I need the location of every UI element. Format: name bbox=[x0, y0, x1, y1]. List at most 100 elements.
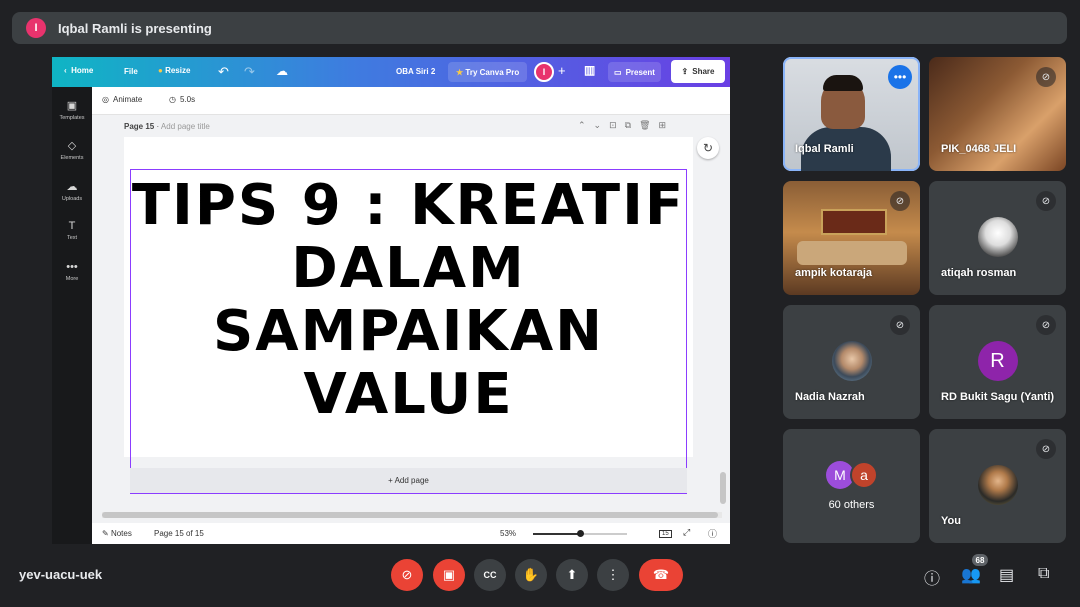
cloud-save-icon[interactable]: ☁ bbox=[276, 64, 288, 78]
clock-icon: ◷ bbox=[169, 95, 176, 104]
insights-chart-icon[interactable]: ▥ bbox=[584, 63, 595, 77]
share-button[interactable]: ⇪ Share bbox=[671, 60, 725, 83]
chevron-up-icon[interactable]: ⌃ bbox=[578, 120, 594, 130]
participant-tile[interactable]: ⊘ ampik kotaraja bbox=[783, 181, 920, 295]
avatar bbox=[977, 465, 1018, 505]
add-collaborator-icon[interactable]: + bbox=[558, 63, 566, 78]
others-count: 60 others bbox=[828, 499, 875, 511]
sidebar-item-more[interactable]: ••• More bbox=[52, 261, 92, 282]
others-tile[interactable]: M a 60 others bbox=[783, 429, 920, 543]
crown-icon: ● bbox=[158, 66, 166, 75]
raise-hand-button[interactable]: ✋ bbox=[515, 559, 547, 591]
animate-icon: ◎ bbox=[102, 95, 109, 104]
duration-button[interactable]: ◷ 5.0s bbox=[169, 95, 195, 104]
end-call-button[interactable]: ☎ bbox=[639, 559, 683, 591]
home-button[interactable]: ‹ Home bbox=[64, 66, 93, 75]
slide-title[interactable]: TIPS 9 : KREATIF DALAM SAMPAIKAN VALUE bbox=[130, 174, 687, 426]
avatar bbox=[977, 217, 1018, 257]
video-feed bbox=[823, 75, 863, 91]
vertical-scrollbar[interactable] bbox=[720, 472, 726, 504]
resize-button[interactable]: ● Resize bbox=[158, 66, 190, 75]
participant-name: Nadia Nazrah bbox=[795, 391, 865, 403]
captions-icon: CC bbox=[483, 570, 497, 580]
zoom-slider-knob[interactable] bbox=[577, 530, 584, 537]
animate-button[interactable]: ◎ Animate bbox=[102, 95, 142, 104]
crown-icon: ★ bbox=[456, 67, 466, 77]
chat-icon[interactable]: ▤ bbox=[999, 565, 1014, 585]
avatar: a bbox=[850, 461, 878, 489]
document-title[interactable]: OBA Siri 2 bbox=[396, 67, 435, 76]
trash-icon[interactable]: 🗑 bbox=[639, 120, 658, 130]
sidebar-label: Elements bbox=[60, 155, 84, 161]
people-icon[interactable]: 👥 bbox=[961, 565, 981, 585]
zoom-level: 53% bbox=[500, 529, 517, 538]
participant-tile[interactable]: ⊘ PIK_0468 JELI bbox=[929, 57, 1066, 171]
chevron-left-icon: ‹ bbox=[64, 66, 72, 75]
captions-button[interactable]: CC bbox=[474, 559, 506, 591]
meeting-info-icon[interactable]: ⓘ bbox=[924, 565, 940, 589]
canva-sidebar: ▣ Templates ◇ Elements ☁ Uploads T Text ••• M… bbox=[52, 87, 92, 544]
duplicate-icon[interactable]: ⧉ bbox=[625, 120, 639, 130]
present-label: Present bbox=[625, 67, 655, 77]
user-avatar[interactable]: I bbox=[534, 62, 554, 82]
sidebar-label: Text bbox=[66, 235, 78, 241]
zoom-slider-fill bbox=[533, 533, 580, 535]
undo-icon[interactable]: ↶ bbox=[218, 64, 229, 80]
chevron-down-icon[interactable]: ⌄ bbox=[594, 120, 610, 130]
mic-off-icon: ⊘ bbox=[1036, 67, 1056, 87]
try-canva-pro-button[interactable]: ★ Try Canva Pro bbox=[448, 62, 528, 82]
participant-tile[interactable]: ••• Iqbal Ramli bbox=[783, 57, 920, 171]
participant-tile[interactable]: ⊘ atiqah rosman bbox=[929, 181, 1066, 295]
zoom-slider[interactable] bbox=[533, 530, 627, 537]
present-screen-icon: ⬆ bbox=[566, 567, 578, 582]
present-screen-button[interactable]: ⬆ bbox=[556, 559, 588, 591]
mic-off-icon: ⊘ bbox=[1036, 439, 1056, 459]
canva-topbar: ‹ Home File ● Resize ↶ ↷ ☁ OBA Siri 2 ★ … bbox=[52, 57, 730, 87]
presenting-text: Iqbal Ramli is presenting bbox=[58, 20, 212, 36]
more-options-icon[interactable]: ••• bbox=[888, 65, 912, 89]
camera-off-icon: ▣ bbox=[442, 567, 456, 582]
elements-icon: ◇ bbox=[67, 140, 77, 152]
add-page-icon[interactable]: ⊞ bbox=[659, 120, 675, 130]
try-pro-label: Try Canva Pro bbox=[465, 67, 520, 77]
file-menu[interactable]: File bbox=[124, 67, 138, 76]
notes-button[interactable]: ✎ Notes bbox=[102, 529, 132, 538]
activities-icon[interactable]: ⧉ bbox=[1038, 565, 1049, 583]
notes-label: Notes bbox=[110, 529, 132, 538]
self-tile[interactable]: ⊘ You bbox=[929, 429, 1066, 543]
sidebar-item-text[interactable]: T Text bbox=[52, 220, 92, 241]
present-button[interactable]: ▭ Present bbox=[608, 62, 661, 82]
refresh-icon[interactable]: ↻ bbox=[697, 137, 719, 159]
more-options-button[interactable]: ⋮ bbox=[597, 559, 629, 591]
participant-tile[interactable]: ⊘ Nadia Nazrah bbox=[783, 305, 920, 419]
sidebar-item-elements[interactable]: ◇ Elements bbox=[52, 139, 92, 161]
redo-icon[interactable]: ↷ bbox=[244, 64, 255, 80]
editor-toolbar: ◎ Animate ◷ 5.0s bbox=[92, 87, 730, 115]
sidebar-label: Uploads bbox=[61, 196, 83, 202]
mic-off-icon: ⊘ bbox=[1036, 191, 1056, 211]
camera-toggle-button[interactable]: ▣ bbox=[433, 559, 465, 591]
mic-toggle-button[interactable]: ⊘ bbox=[391, 559, 423, 591]
sidebar-item-uploads[interactable]: ☁ Uploads bbox=[52, 180, 92, 202]
lock-icon[interactable]: ⊡ bbox=[609, 120, 625, 130]
sidebar-item-templates[interactable]: ▣ Templates bbox=[52, 99, 92, 121]
add-page-button[interactable]: + Add page bbox=[130, 468, 687, 493]
mic-off-icon: ⊘ bbox=[401, 567, 413, 582]
phone-hangup-icon: ☎ bbox=[652, 567, 670, 582]
avatar: R bbox=[977, 341, 1018, 381]
participant-tile[interactable]: ⊘ R RD Bukit Sagu (Yanti) bbox=[929, 305, 1066, 419]
scroll-thumb[interactable] bbox=[102, 512, 718, 518]
avatar bbox=[831, 341, 872, 381]
people-count-badge: 68 bbox=[972, 554, 988, 566]
participant-name: ampik kotaraja bbox=[795, 267, 873, 279]
horizontal-scrollbar[interactable] bbox=[102, 512, 722, 518]
present-icon: ▭ bbox=[614, 67, 622, 77]
page-label: Page 15 · Add page title bbox=[124, 122, 210, 131]
mic-off-icon: ⊘ bbox=[890, 191, 910, 211]
help-icon[interactable]: ⓘ bbox=[708, 527, 717, 540]
presenting-banner: I Iqbal Ramli is presenting bbox=[12, 12, 1067, 44]
fullscreen-icon[interactable]: ⤢ bbox=[683, 527, 690, 538]
grid-view-button[interactable]: 15 bbox=[659, 527, 672, 538]
page-title-input[interactable]: Add page title bbox=[161, 122, 210, 131]
grid-icon: 15 bbox=[659, 530, 672, 538]
